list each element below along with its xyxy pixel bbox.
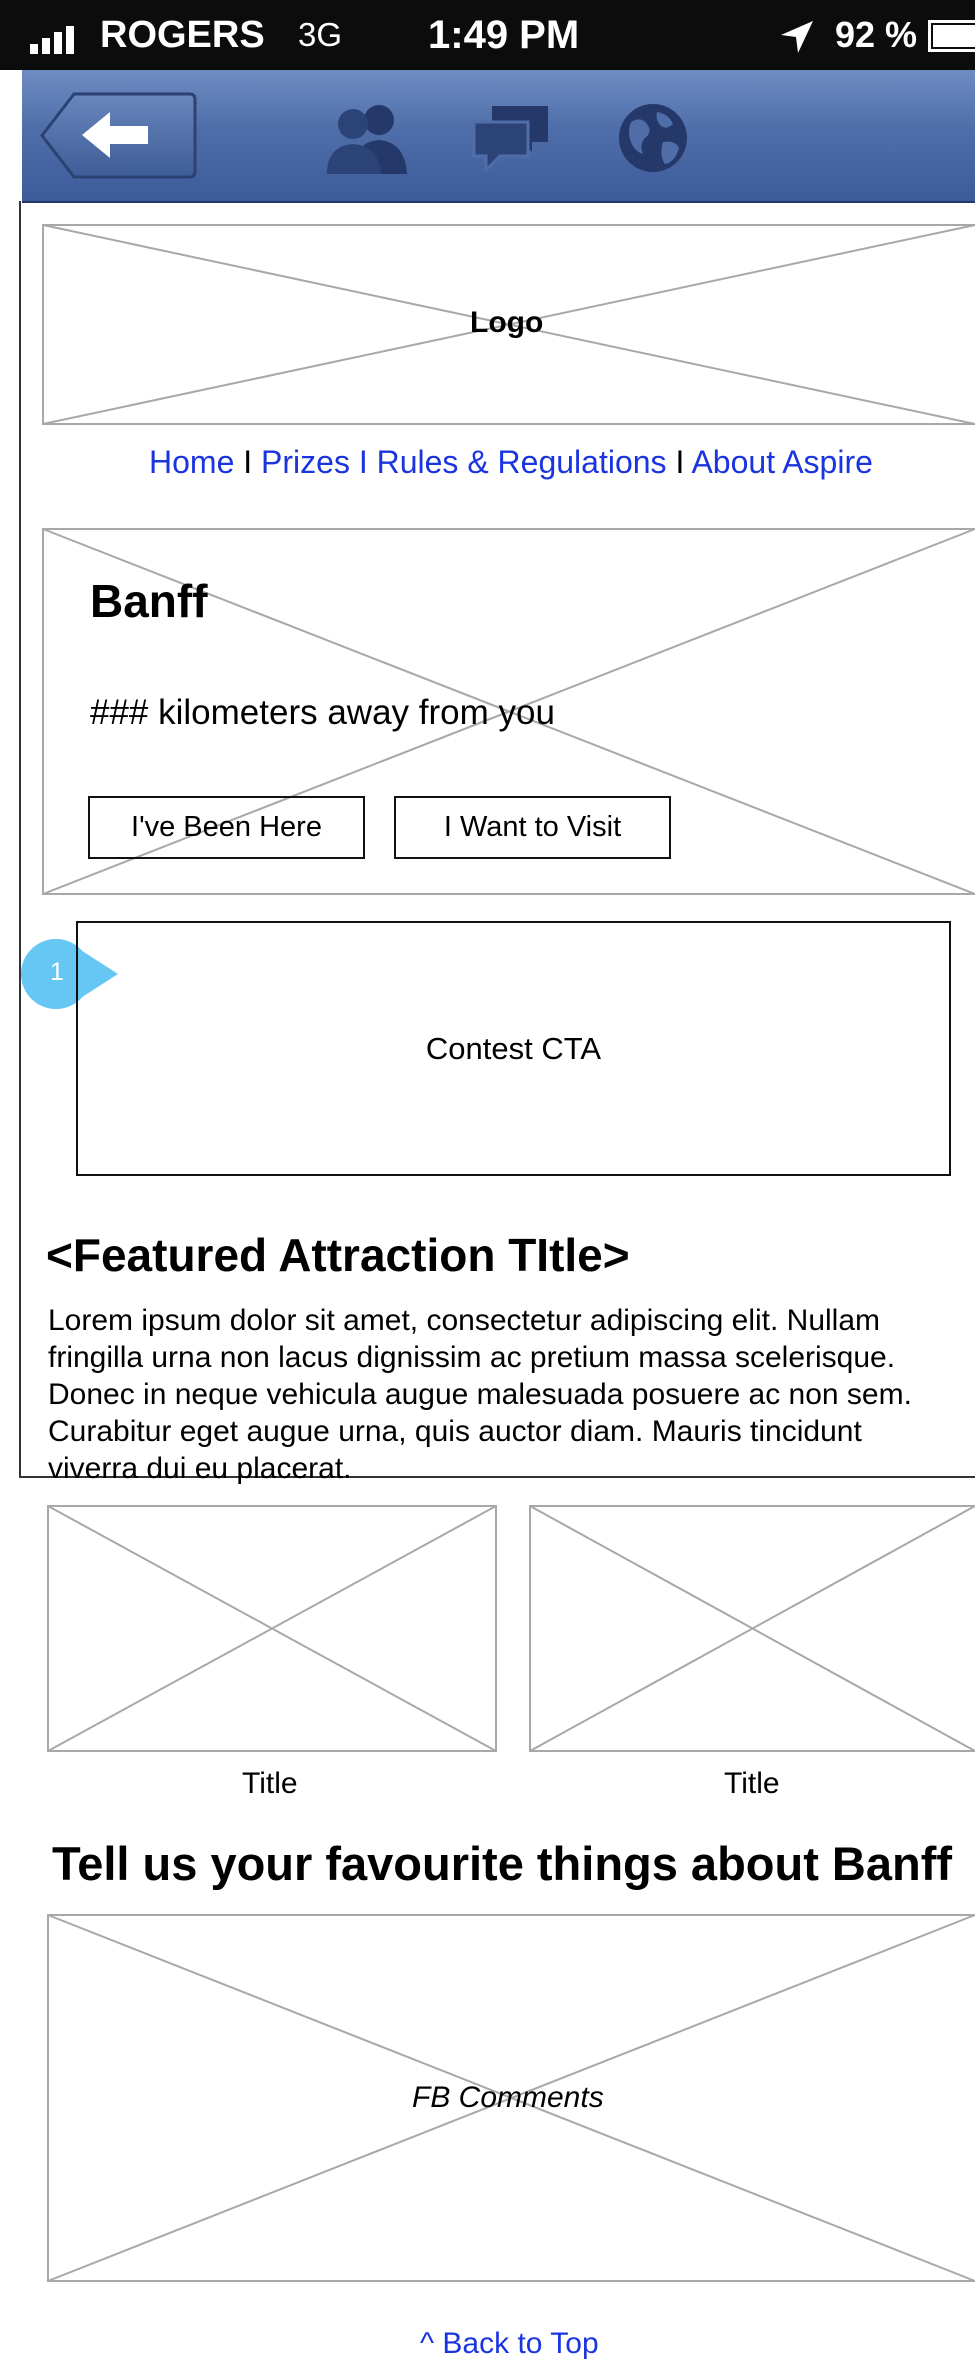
messages-icon[interactable] <box>472 104 550 172</box>
nav-separator: I <box>359 444 368 480</box>
facebook-nav-bar <box>22 70 975 203</box>
distance-text: ### kilometers away from you <box>90 693 555 733</box>
friends-icon[interactable] <box>327 102 409 174</box>
comments-heading: Tell us your favourite things about Banf… <box>52 1836 952 1891</box>
battery-icon <box>928 20 975 52</box>
fb-comments-label: FB Comments <box>412 2081 604 2115</box>
nav-prizes-link[interactable]: Prizes <box>261 444 350 480</box>
nav-home-link[interactable]: Home <box>149 444 234 480</box>
destination-title: Banff <box>90 574 208 628</box>
contest-cta-label: Contest CTA <box>426 1031 601 1067</box>
featured-body-line: Curabitur eget augue urna, quis auctor d… <box>48 1413 912 1450</box>
thumbnail-placeholder[interactable] <box>47 1505 497 1752</box>
logo-label: Logo <box>470 306 543 340</box>
main-nav: Home I Prizes I Rules & Regulations I Ab… <box>149 444 873 481</box>
want-to-visit-button[interactable]: I Want to Visit <box>394 796 671 859</box>
been-here-button[interactable]: I've Been Here <box>88 796 365 859</box>
nav-rules-link[interactable]: Rules & Regulations <box>377 444 667 480</box>
frame-border-left <box>19 201 21 1478</box>
thumbnail-placeholder[interactable] <box>529 1505 975 1752</box>
back-button[interactable] <box>40 92 197 179</box>
globe-icon[interactable] <box>617 102 689 174</box>
nav-about-link[interactable]: About Aspire <box>691 444 872 480</box>
thumbnail-title: Title <box>242 1767 298 1801</box>
status-time: 1:49 PM <box>428 0 579 70</box>
nav-separator: I <box>243 444 252 480</box>
featured-body-line: Donec in neque vehicula augue malesuada … <box>48 1376 912 1413</box>
thumbnail-title: Title <box>724 1767 780 1801</box>
nav-separator: I <box>675 444 684 480</box>
back-to-top-link[interactable]: ^ Back to Top <box>420 2327 599 2361</box>
contest-cta-box[interactable]: Contest CTA <box>76 921 951 1176</box>
featured-body-line: viverra dui eu placerat. <box>48 1450 912 1487</box>
annotation-number: 1 <box>50 958 64 987</box>
network-type: 3G <box>298 0 342 70</box>
featured-body-line: fringilla urna non lacus dignissim ac pr… <box>48 1339 912 1376</box>
featured-title: <Featured Attraction TItle> <box>46 1228 630 1282</box>
status-bar: ROGERS 3G 1:49 PM 92 % <box>0 0 975 70</box>
featured-body-line: Lorem ipsum dolor sit amet, consectetur … <box>48 1302 912 1339</box>
battery-percent: 92 % <box>835 0 917 70</box>
signal-bars-icon <box>30 24 92 54</box>
location-arrow-icon <box>780 20 814 54</box>
featured-body: Lorem ipsum dolor sit amet, consectetur … <box>48 1302 912 1487</box>
carrier-name: ROGERS <box>100 0 265 70</box>
